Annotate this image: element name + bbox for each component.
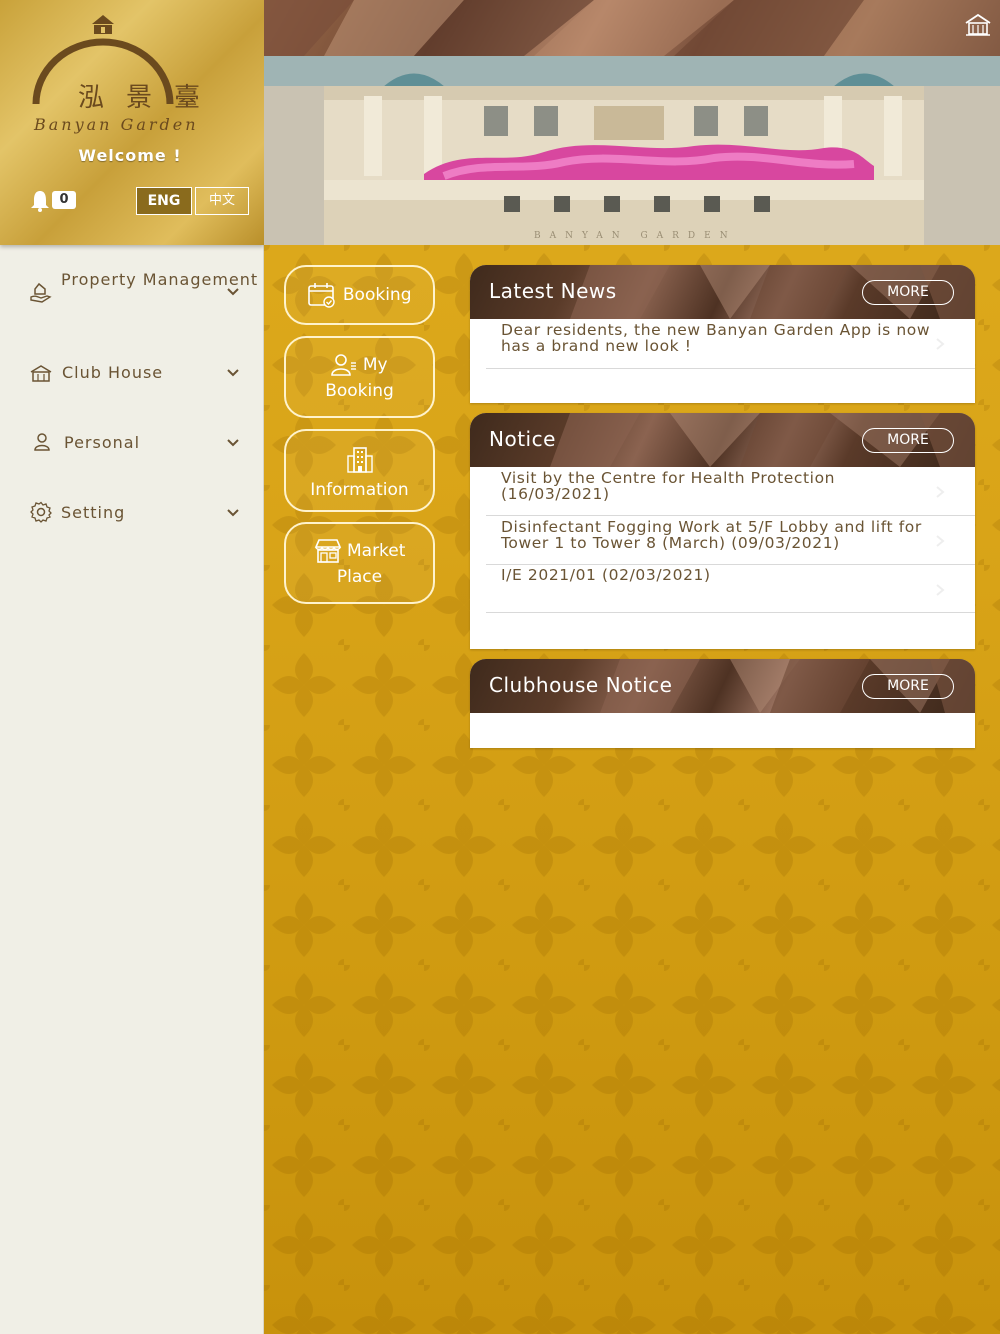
home-icon[interactable] (964, 13, 992, 37)
notice-panel: Notice MORE Visit by the Centre for Heal… (470, 413, 975, 649)
menu-item-setting[interactable]: Setting (0, 477, 264, 547)
notice-item-text: Disinfectant Fogging Work at 5/F Lobby a… (501, 518, 922, 552)
notice-header: Notice MORE (470, 413, 975, 467)
latest-news-header: Latest News MORE (470, 265, 975, 319)
notice-item[interactable]: Visit by the Centre for Health Protectio… (486, 467, 975, 516)
notice-item[interactable]: I/E 2021/01 (02/03/2021) (486, 565, 975, 613)
bell-icon[interactable] (30, 190, 50, 212)
information-button[interactable]: Information (284, 429, 435, 512)
menu-label: Club House (62, 363, 164, 382)
logo-script-text: Banyan Garden (33, 115, 199, 134)
menu-item-club-house[interactable]: Club House (0, 337, 264, 407)
latest-news-more-button[interactable]: MORE (862, 280, 954, 305)
menu-item-personal[interactable]: Personal (0, 407, 264, 477)
menu-item-property-management[interactable]: Property Management (0, 255, 264, 325)
calendar-icon (308, 283, 336, 308)
market-place-label-line2: Place (336, 567, 383, 587)
welcome-text: Welcome ! (78, 146, 182, 165)
chevron-down-icon (227, 509, 239, 517)
chevron-right-icon (936, 535, 945, 547)
language-eng-button[interactable]: ENG (136, 187, 192, 215)
gear-icon (30, 501, 52, 523)
hand-house-icon (30, 282, 52, 303)
information-label: Information (310, 480, 409, 500)
shop-icon (314, 539, 341, 563)
latest-news-panel: Latest News MORE Dear residents, the new… (470, 265, 975, 403)
news-item-text: Dear residents, the new Banyan Garden Ap… (501, 321, 931, 355)
notice-item-text: Visit by the Centre for Health Protectio… (501, 469, 836, 503)
banner-pattern (264, 0, 1000, 56)
booking-label: Booking (342, 285, 412, 305)
brand-header: 泓景臺 Banyan Garden Welcome ! 0 ENG 中文 (0, 0, 264, 245)
clubhouse-notice-header: Clubhouse Notice MORE (470, 659, 975, 713)
my-booking-label-line1: My (362, 355, 388, 375)
person-icon (34, 433, 50, 451)
banyan-garden-logo: 泓景臺 Banyan Garden (32, 15, 222, 134)
main-content: BANYAN GARDEN Booking My Booking Informa… (264, 0, 1000, 1334)
market-place-button[interactable]: Market Place (284, 522, 435, 604)
notice-item[interactable]: Disinfectant Fogging Work at 5/F Lobby a… (486, 516, 975, 565)
notice-item-text: I/E 2021/01 (02/03/2021) (501, 566, 711, 584)
news-item[interactable]: Dear residents, the new Banyan Garden Ap… (486, 319, 975, 369)
menu-label: Setting (61, 503, 126, 522)
notice-title: Notice (489, 427, 556, 451)
logo-chinese-text: 泓景臺 (78, 83, 222, 113)
market-place-label-line1: Market (346, 541, 406, 561)
user-list-icon (331, 354, 357, 376)
clubhouse-notice-title: Clubhouse Notice (489, 673, 673, 697)
notice-more-button[interactable]: MORE (862, 428, 954, 453)
chevron-down-icon (227, 288, 239, 296)
building-hero-image: BANYAN GARDEN (264, 56, 1000, 245)
building-icon (346, 447, 373, 473)
clubhouse-notice-panel: Clubhouse Notice MORE (470, 659, 975, 748)
chevron-right-icon (936, 486, 945, 498)
chevron-right-icon (936, 584, 945, 596)
sidebar: 泓景臺 Banyan Garden Welcome ! 0 ENG 中文 Pro… (0, 0, 264, 1334)
my-booking-button[interactable]: My Booking (284, 336, 435, 418)
my-booking-label-line2: Booking (325, 381, 394, 401)
notification-count-badge[interactable]: 0 (52, 191, 76, 209)
clubhouse-notice-more-button[interactable]: MORE (862, 674, 954, 699)
building-sign-text: BANYAN GARDEN (534, 231, 737, 241)
chevron-down-icon (227, 439, 239, 447)
chevron-down-icon (227, 369, 239, 377)
booking-button[interactable]: Booking (284, 265, 435, 325)
menu-label: Personal (64, 433, 141, 452)
language-zh-button[interactable]: 中文 (195, 187, 249, 215)
clubhouse-icon (30, 365, 52, 382)
top-banner (264, 0, 1000, 56)
chevron-right-icon (936, 338, 945, 350)
latest-news-title: Latest News (489, 279, 617, 303)
